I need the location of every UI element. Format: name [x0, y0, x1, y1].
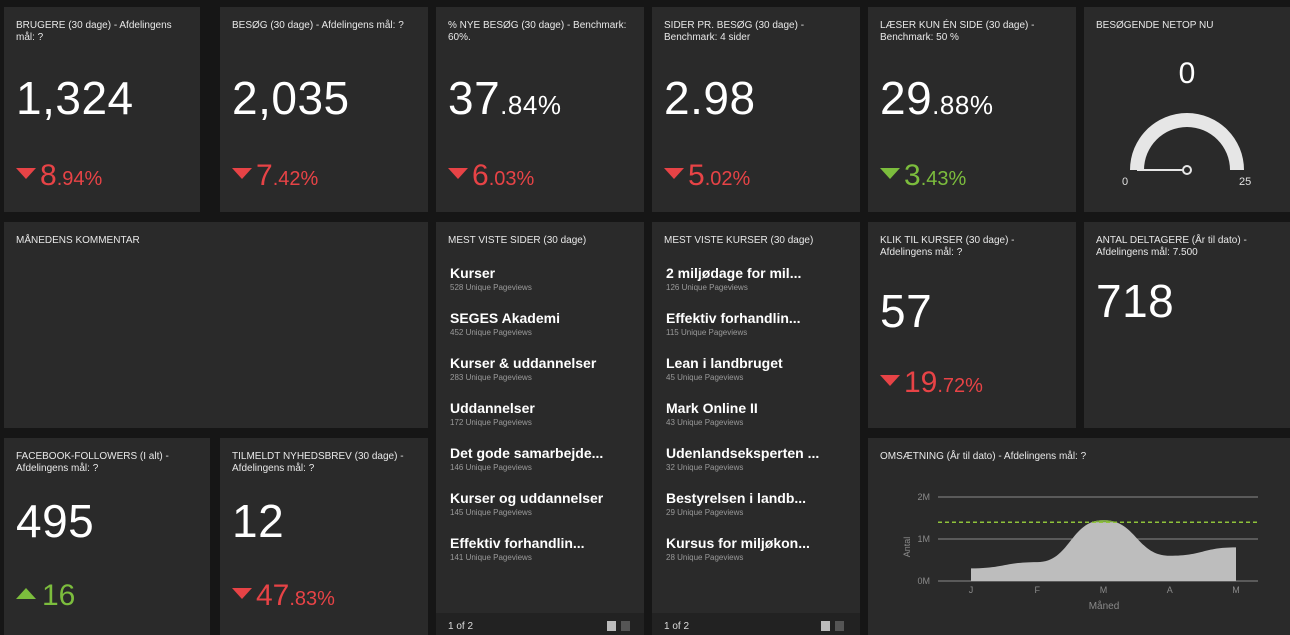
y-axis-label: Antal [902, 537, 912, 558]
x-tick-label: M [1232, 585, 1240, 595]
list-item[interactable]: Kurser og uddannelser 145 Unique Pageview… [450, 489, 634, 534]
up-arrow-icon [16, 588, 36, 599]
x-tick-label: M [1100, 585, 1108, 595]
list-item[interactable]: Kurser & uddannelser 283 Unique Pageviews [450, 354, 634, 399]
courses-list: 2 miljødage for mil... 126 Unique Pagevie… [666, 264, 850, 579]
list-item[interactable]: Det gode samarbejde... 146 Unique Pagevie… [450, 444, 634, 489]
gauge-chart: 0 25 [1122, 113, 1251, 188]
down-arrow-icon [232, 588, 252, 599]
pages-title: MEST VISTE SIDER (30 dage) [448, 235, 587, 246]
down-arrow-icon [16, 168, 36, 179]
down-arrow-icon [880, 375, 900, 386]
x-tick-label: A [1167, 585, 1173, 595]
y-tick-label: 0M [917, 576, 930, 586]
kpi-title: KLIK TIL KURSER (30 dage) - Afdelingens … [880, 235, 1015, 258]
courses-pager: 1 of 2 [652, 613, 860, 635]
list-item[interactable]: Udenlandseksperten ... 32 Unique Pageview… [666, 444, 850, 489]
kpi-title: BRUGERE (30 dage) - Afdelingens mål: ? [16, 20, 172, 43]
pager-text: 1 of 2 [664, 621, 690, 632]
gauge-tile[interactable]: BESØGENDE NETOP NU 0 0 25 [1084, 7, 1290, 212]
kpi-value: 37.84% [448, 72, 562, 124]
kpi-delta: 5.02% [664, 161, 750, 191]
list-item[interactable]: Uddannelser 172 Unique Pageviews [450, 399, 634, 444]
comment-tile[interactable]: MÅNEDENS KOMMENTAR [4, 222, 428, 428]
kpi-title: LÆSER KUN ÉN SIDE (30 dage) - Benchmark:… [880, 20, 1035, 43]
kpi-value: 57 [880, 285, 933, 337]
kpi-delta: 6.03% [448, 161, 534, 191]
kpi-value: 2.98 [664, 72, 756, 124]
pager-text: 1 of 2 [448, 621, 474, 632]
down-arrow-icon [448, 168, 468, 179]
facebook-followers-tile[interactable]: FACEBOOK-FOLLOWERS (I alt) - Afdelingens… [4, 438, 210, 635]
down-arrow-icon [880, 168, 900, 179]
chart-title: OMSÆTNING (År til dato) - Afdelingens må… [880, 451, 1087, 462]
pager-page-1[interactable] [607, 621, 616, 631]
most-viewed-pages-tile[interactable]: MEST VISTE SIDER (30 dage) Kurser 528 Uni… [436, 222, 644, 635]
courses-title: MEST VISTE KURSER (30 dage) [664, 235, 814, 246]
list-item[interactable]: Kursus for miljøkon... 28 Unique Pageview… [666, 534, 850, 579]
pages-pager: 1 of 2 [436, 613, 644, 635]
kpi-delta: 7.42% [232, 161, 318, 191]
kpi-delta: 47.83% [232, 581, 335, 611]
x-axis-label: Måned [1089, 600, 1120, 612]
pager-page-1[interactable] [821, 621, 830, 631]
kpi-title: FACEBOOK-FOLLOWERS (I alt) - Afdelingens… [16, 451, 169, 474]
kpi-title: % NYE BESØG (30 dage) - Benchmark: 60%. [448, 20, 627, 43]
gauge-max-label: 25 [1239, 176, 1251, 188]
y-tick-label: 1M [917, 534, 930, 544]
kpi-tile-laeser-kun-en-side[interactable]: LÆSER KUN ÉN SIDE (30 dage) - Benchmark:… [868, 7, 1076, 212]
kpi-title: BESØG (30 dage) - Afdelingens mål: ? [232, 20, 404, 31]
kpi-tile-besog[interactable]: BESØG (30 dage) - Afdelingens mål: ? 2,0… [220, 7, 428, 212]
x-tick-label: F [1035, 585, 1041, 595]
y-tick-label: 2M [917, 492, 930, 502]
pager-page-2[interactable] [621, 621, 630, 631]
list-item[interactable]: Mark Online II 43 Unique Pageviews [666, 399, 850, 444]
revenue-area-chart: 0M 1M 2M J F M A M Måned Antal [902, 492, 1258, 612]
list-item[interactable]: Lean i landbruget 45 Unique Pageviews [666, 354, 850, 399]
kpi-value: 1,324 [16, 72, 134, 124]
list-item[interactable]: Effektiv forhandlin... 115 Unique Pagevie… [666, 309, 850, 354]
kpi-title: TILMELDT NYHEDSBREV (30 dage) - Afdeling… [232, 451, 404, 474]
kpi-value: 2,035 [232, 72, 350, 124]
list-item[interactable]: 2 miljødage for mil... 126 Unique Pagevie… [666, 264, 850, 309]
list-item[interactable]: SEGES Akademi 452 Unique Pageviews [450, 309, 634, 354]
gauge-arc [1130, 113, 1244, 170]
down-arrow-icon [232, 168, 252, 179]
pages-list: Kurser 528 Unique Pageviews SEGES Akademi… [450, 264, 634, 579]
gauge-title: BESØGENDE NETOP NU [1096, 20, 1214, 31]
kpi-tile-brugere[interactable]: BRUGERE (30 dage) - Afdelingens mål: ? 1… [4, 7, 200, 212]
kpi-title: SIDER PR. BESØG (30 dage) - Benchmark: 4… [664, 20, 805, 43]
kpi-title: ANTAL DELTAGERE (År til dato) - Afdeling… [1096, 235, 1247, 258]
kpi-value: 29.88% [880, 72, 994, 124]
x-tick-label: J [969, 585, 974, 595]
kpi-delta: 19.72% [880, 368, 983, 398]
list-item[interactable]: Effektiv forhandlin... 141 Unique Pagevie… [450, 534, 634, 579]
comment-title: MÅNEDENS KOMMENTAR [16, 235, 140, 246]
kpi-tile-nye-besog[interactable]: % NYE BESØG (30 dage) - Benchmark: 60%. … [436, 7, 644, 212]
pager-page-2[interactable] [835, 621, 844, 631]
kpi-value: 495 [16, 495, 95, 547]
most-viewed-courses-tile[interactable]: MEST VISTE KURSER (30 dage) 2 miljødage … [652, 222, 860, 635]
gauge-min-label: 0 [1122, 176, 1128, 188]
gauge-value: 0 [1178, 57, 1196, 90]
omsaetning-chart-tile[interactable]: OMSÆTNING (År til dato) - Afdelingens må… [868, 438, 1290, 635]
kpi-delta: 8.94% [16, 161, 102, 191]
gauge-pivot [1182, 165, 1192, 175]
list-item[interactable]: Kurser 528 Unique Pageviews [450, 264, 634, 309]
klik-til-kurser-tile[interactable]: KLIK TIL KURSER (30 dage) - Afdelingens … [868, 222, 1076, 428]
antal-deltagere-tile[interactable]: ANTAL DELTAGERE (År til dato) - Afdeling… [1084, 222, 1290, 428]
kpi-value: 718 [1096, 275, 1175, 327]
kpi-tile-sider-pr-besog[interactable]: SIDER PR. BESØG (30 dage) - Benchmark: 4… [652, 7, 860, 212]
area-series [971, 520, 1236, 581]
down-arrow-icon [664, 168, 684, 179]
nyhedsbrev-tile[interactable]: TILMELDT NYHEDSBREV (30 dage) - Afdeling… [220, 438, 428, 635]
kpi-value: 12 [232, 495, 285, 547]
list-item[interactable]: Bestyrelsen i landb... 29 Unique Pageview… [666, 489, 850, 534]
kpi-delta: 16 [16, 581, 75, 611]
kpi-delta: 3.43% [880, 161, 966, 191]
